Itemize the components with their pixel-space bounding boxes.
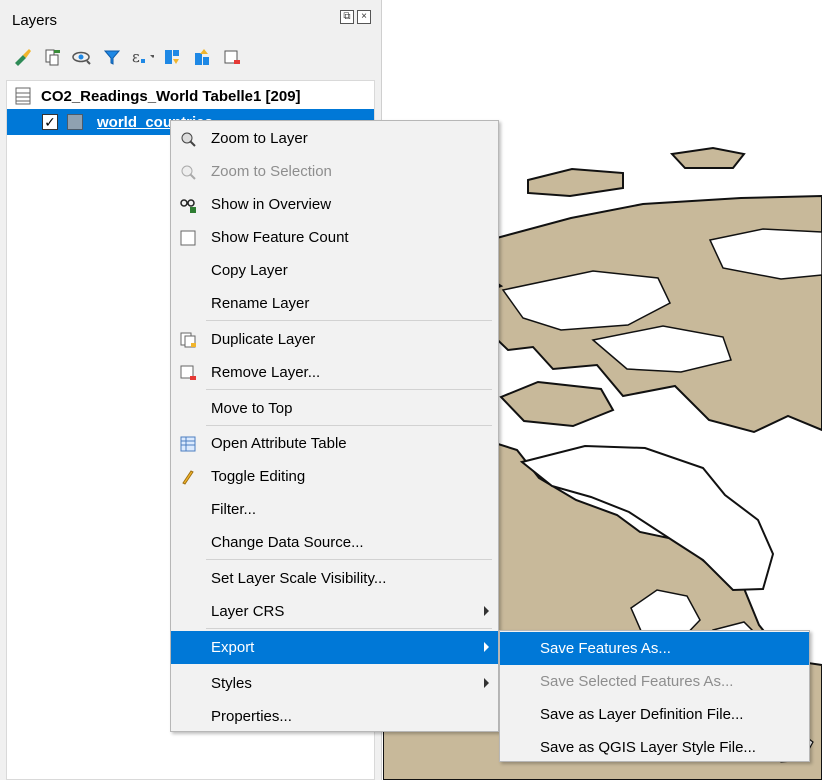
zoom-to-layer-item[interactable]: Zoom to Layer [171, 122, 498, 155]
overview-icon [179, 196, 197, 214]
filter-item[interactable]: Filter... [171, 493, 498, 526]
submenu-label: Save Selected Features As... [540, 673, 734, 690]
submenu-label: Save Features As... [540, 640, 671, 657]
layers-toolbar: ε [10, 44, 244, 70]
menu-label: Show in Overview [211, 196, 332, 213]
remove-layer-icon[interactable] [220, 45, 244, 69]
save-qgis-layer-style-file-item[interactable]: Save as QGIS Layer Style File... [500, 731, 809, 764]
change-data-source-item[interactable]: Change Data Source... [171, 526, 498, 559]
save-layer-definition-file-item[interactable]: Save as Layer Definition File... [500, 698, 809, 731]
layer-crs-item[interactable]: Layer CRS [171, 595, 498, 628]
zoom-selection-icon [179, 163, 197, 181]
panel-controls: ⧉ × [340, 10, 371, 24]
menu-label: Copy Layer [211, 262, 288, 279]
layer-item-co2-table[interactable]: CO2_Readings_World Tabelle1 [209] [7, 83, 374, 109]
menu-label: Move to Top [211, 400, 293, 417]
collapse-all-icon[interactable] [190, 45, 214, 69]
menu-label: Properties... [211, 708, 292, 725]
svg-text:ε: ε [132, 48, 140, 66]
save-selected-features-as-item[interactable]: Save Selected Features As... [500, 665, 809, 698]
visibility-eye-icon[interactable] [70, 45, 94, 69]
float-panel-button[interactable]: ⧉ [340, 10, 354, 24]
menu-label: Duplicate Layer [211, 331, 316, 348]
filter-expression-icon[interactable]: ε [130, 45, 154, 69]
properties-item[interactable]: Properties... [171, 700, 498, 733]
layer-context-menu: Zoom to Layer Zoom to Selection Show in … [170, 120, 499, 732]
panel-title: Layers [12, 12, 58, 29]
submenu-arrow-icon [484, 606, 489, 616]
submenu-label: Save as Layer Definition File... [540, 706, 744, 723]
menu-separator [206, 320, 492, 321]
table-layer-icon [15, 87, 31, 105]
copy-layer-item[interactable]: Copy Layer [171, 254, 498, 287]
submenu-arrow-icon [484, 642, 489, 652]
layer-label: CO2_Readings_World Tabelle1 [209] [41, 87, 301, 105]
menu-label: Remove Layer... [211, 364, 321, 381]
menu-label: Layer CRS [211, 603, 285, 620]
menu-label: Zoom to Selection [211, 163, 332, 180]
menu-separator [206, 425, 492, 426]
show-feature-count-item[interactable]: Show Feature Count [171, 221, 498, 254]
layer-visibility-checkbox[interactable]: ✓ [42, 114, 58, 130]
export-item[interactable]: Export [171, 631, 498, 664]
close-panel-button[interactable]: × [357, 10, 371, 24]
duplicate-layer-item[interactable]: Duplicate Layer [171, 323, 498, 356]
menu-label: Open Attribute Table [211, 435, 347, 452]
open-attribute-table-item[interactable]: Open Attribute Table [171, 427, 498, 460]
show-in-overview-item[interactable]: Show in Overview [171, 188, 498, 221]
layer-style-swatch [67, 114, 83, 130]
checkbox-icon [179, 229, 197, 247]
styles-item[interactable]: Styles [171, 667, 498, 700]
menu-label: Zoom to Layer [211, 130, 308, 147]
toggle-editing-item[interactable]: Toggle Editing [171, 460, 498, 493]
zoom-layer-icon [179, 130, 197, 148]
menu-label: Change Data Source... [211, 534, 364, 551]
expand-all-icon[interactable] [160, 45, 184, 69]
attribute-table-icon [179, 435, 197, 453]
rename-layer-item[interactable]: Rename Layer [171, 287, 498, 320]
menu-separator [206, 559, 492, 560]
zoom-to-selection-item[interactable]: Zoom to Selection [171, 155, 498, 188]
menu-label: Styles [211, 675, 252, 692]
menu-label: Rename Layer [211, 295, 310, 312]
menu-label: Toggle Editing [211, 468, 306, 485]
filter-icon[interactable] [100, 45, 124, 69]
move-to-top-item[interactable]: Move to Top [171, 392, 498, 425]
menu-separator [206, 389, 492, 390]
menu-label: Filter... [211, 501, 257, 518]
submenu-arrow-icon [484, 678, 489, 688]
add-group-icon[interactable] [40, 45, 64, 69]
save-features-as-item[interactable]: Save Features As... [500, 632, 809, 665]
export-submenu: Save Features As... Save Selected Featur… [499, 630, 810, 762]
remove-layer-icon [179, 364, 197, 382]
menu-label: Export [211, 639, 255, 656]
style-brush-icon[interactable] [10, 45, 34, 69]
submenu-label: Save as QGIS Layer Style File... [540, 739, 756, 756]
menu-separator [206, 628, 492, 629]
set-layer-scale-visibility-item[interactable]: Set Layer Scale Visibility... [171, 562, 498, 595]
pencil-icon [179, 468, 197, 486]
remove-layer-item[interactable]: Remove Layer... [171, 356, 498, 389]
duplicate-layer-icon [179, 331, 197, 349]
menu-label: Show Feature Count [211, 229, 349, 246]
menu-label: Set Layer Scale Visibility... [211, 570, 387, 587]
